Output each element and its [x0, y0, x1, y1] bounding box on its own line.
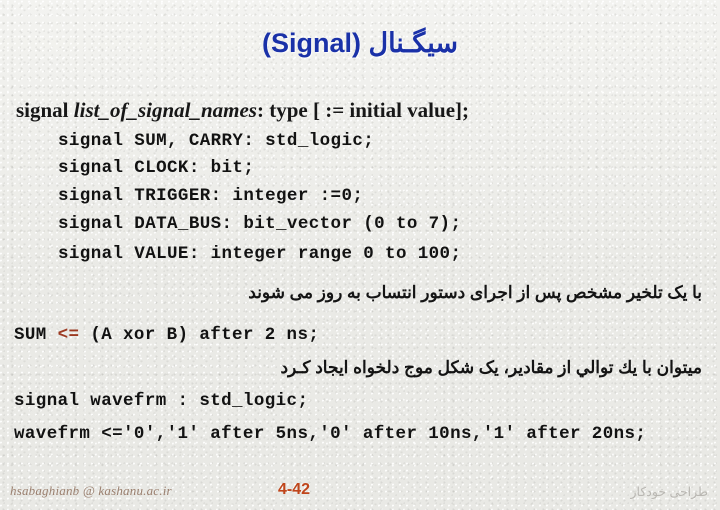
code-line-6: signal wavefrm : std_logic;	[14, 391, 309, 411]
code-line-4: signal DATA_BUS: bit_vector (0 to 7);	[58, 214, 462, 234]
assignment-rhs: (A xor B) after 2 ns;	[79, 325, 320, 345]
footer-email: hsabaghianb @ kashanu.ac.ir	[10, 483, 172, 498]
slide-title: سیگـنال (Signal)	[261, 28, 459, 58]
code-line-7: wavefrm <='0','1' after 5ns,'0' after 10…	[14, 424, 647, 444]
persian-note-1: با یک تلخیر مشخص پس از اجرای دستور انتسا…	[248, 283, 702, 302]
code-line-1: signal SUM, CARRY: std_logic;	[58, 131, 375, 151]
syntax-declaration-line: signal list_of_signal_names: type [ := i…	[16, 98, 706, 123]
code-line-5: signal VALUE: integer range 0 to 100;	[58, 244, 462, 264]
persian-note-2: میتوان با يك توالي از مقادیر، یک شکل موج…	[280, 358, 702, 377]
code-line-3: signal TRIGGER: integer :=0;	[58, 186, 364, 206]
footer-right-label: طراحی خودکار	[630, 485, 708, 499]
syntax-keyword: signal	[16, 98, 74, 122]
slide-canvas: سیگـنال (Signal) signal list_of_signal_n…	[0, 0, 720, 510]
syntax-parameter-italic: list_of_signal_names	[73, 98, 257, 122]
code-line-2: signal CLOCK: bit;	[58, 158, 255, 178]
assignment-lhs: SUM	[14, 325, 58, 345]
assignment-operator-icon: <=	[57, 325, 80, 345]
footer-page-number: 4-42	[278, 481, 311, 498]
signal-assignment-sum: SUM <= (A xor B) after 2 ns;	[14, 325, 319, 345]
syntax-suffix: : type [ := initial value];	[256, 98, 470, 122]
